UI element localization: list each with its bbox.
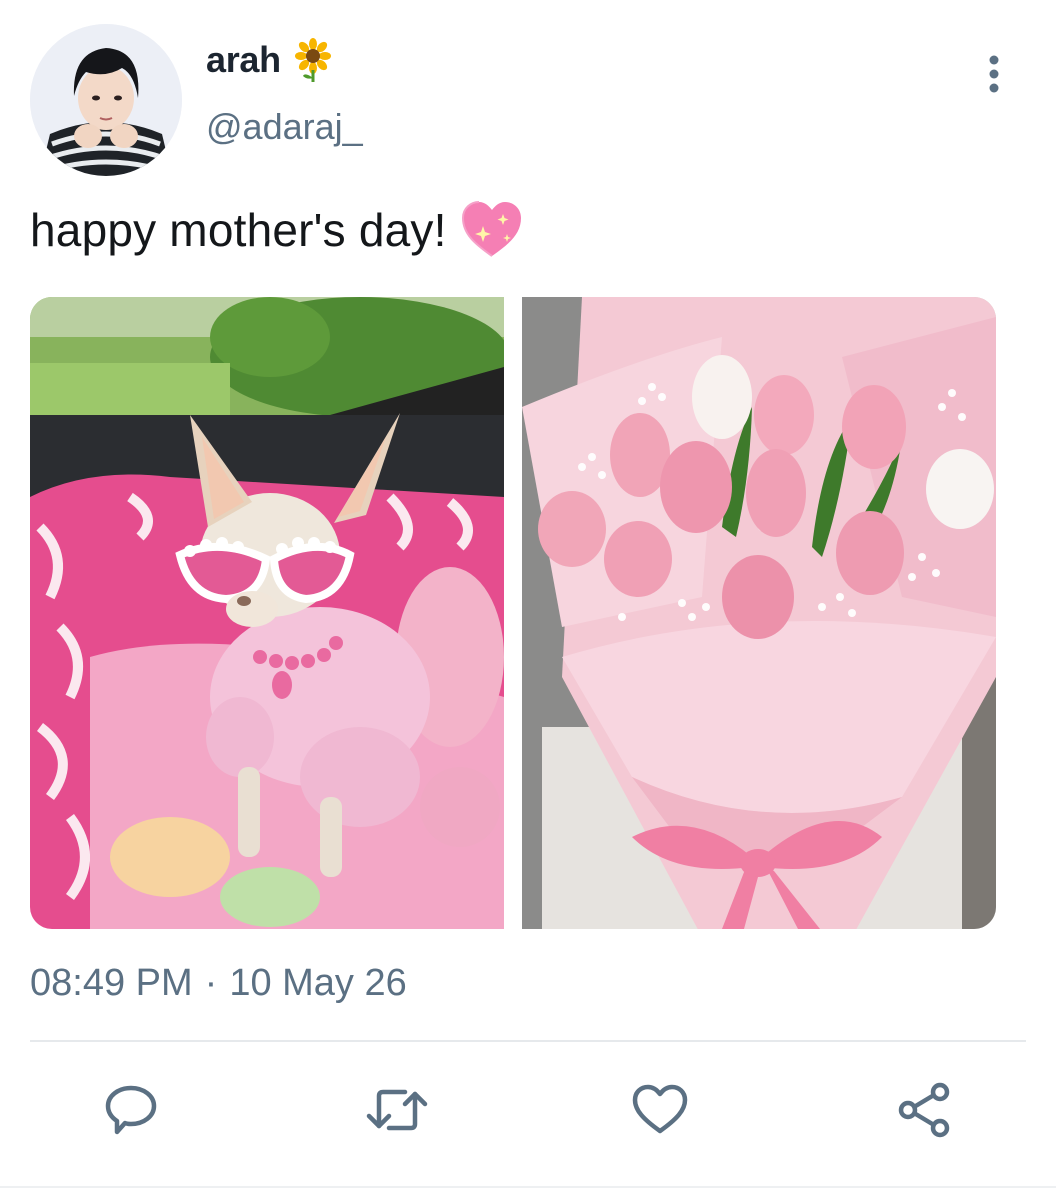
reply-icon (105, 1085, 157, 1135)
heart-icon (632, 1084, 688, 1134)
reply-button[interactable] (99, 1078, 163, 1142)
author-name-row: arah (206, 38, 333, 82)
avatar[interactable] (30, 24, 182, 176)
divider (30, 1040, 1026, 1042)
tweet-timestamp[interactable]: 08:49 PM · 10 May 26 (30, 962, 407, 1005)
more-options-button[interactable] (978, 52, 1010, 96)
bottom-divider (0, 1186, 1056, 1188)
user-handle[interactable]: @adaraj_ (206, 106, 363, 148)
display-name[interactable]: arah (206, 39, 281, 81)
tweet-card: arah @adaraj_ happy mother's day! 08:49 … (0, 0, 1056, 1200)
timestamp-date: 10 May 26 (229, 962, 407, 1004)
timestamp-separator: · (204, 962, 218, 1004)
sparkling-heart-icon (461, 200, 523, 260)
like-button[interactable] (628, 1078, 692, 1142)
share-icon (898, 1082, 950, 1138)
tweet-text: happy mother's day! (30, 200, 523, 260)
tweet-text-content: happy mother's day! (30, 204, 447, 256)
retweet-button[interactable] (365, 1078, 429, 1142)
retweet-icon (366, 1089, 428, 1131)
chihuahua-photo[interactable] (30, 297, 504, 929)
tulip-bouquet-photo[interactable] (522, 297, 996, 929)
timestamp-time: 08:49 PM (30, 962, 193, 1004)
sunflower-icon (293, 38, 333, 82)
more-vertical-icon (989, 55, 999, 93)
share-button[interactable] (892, 1078, 956, 1142)
